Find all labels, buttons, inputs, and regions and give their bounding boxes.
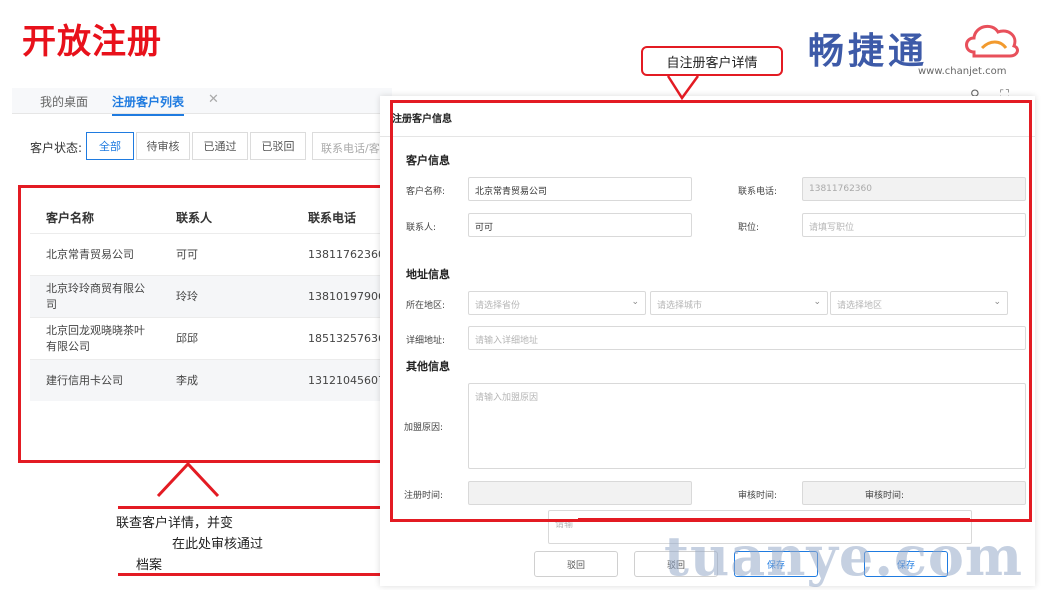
status-filter-label: 客户状态: (30, 141, 83, 155)
callout-pointer (156, 461, 220, 498)
callout-underline (118, 506, 380, 509)
callout-line: 在此处审核通过 (172, 537, 264, 552)
chanjet-logo: 畅捷通 www.chanjet.com (808, 18, 1028, 80)
filter-approved-button[interactable]: 已通过 (192, 132, 248, 160)
watermark-text: tuanye.com (664, 524, 1024, 588)
highlight-connector (578, 518, 970, 521)
detail-callout: 自注册客户详情 (641, 46, 783, 76)
bottom-callout: 联查客户详情，并变 在此处审核通过 档案 (116, 513, 386, 576)
logo-text: 畅捷通 (808, 31, 929, 72)
reject-button[interactable]: 驳回 (534, 551, 618, 577)
slide-title: 开放注册 (22, 22, 162, 62)
tab-registered-customers[interactable]: 注册客户列表 (112, 93, 185, 116)
filter-pending-button[interactable]: 待审核 (136, 132, 190, 160)
tab-bar: 我的桌面 注册客户列表 ✕ (12, 88, 392, 116)
logo-url: www.chanjet.com (918, 66, 1007, 77)
modal-highlight-box (390, 100, 1032, 522)
callout-line: 档案 (136, 558, 163, 573)
filter-all-button[interactable]: 全部 (86, 132, 134, 160)
callout-pointer (666, 75, 700, 101)
list-highlight-box (18, 185, 384, 463)
tab-my-desktop[interactable]: 我的桌面 (40, 93, 88, 110)
filter-rejected-button[interactable]: 已驳回 (250, 132, 306, 160)
close-icon[interactable]: ✕ (208, 92, 219, 107)
cloud-logo-icon (965, 24, 1019, 58)
callout-line: 联查客户详情，并变 (116, 516, 234, 531)
